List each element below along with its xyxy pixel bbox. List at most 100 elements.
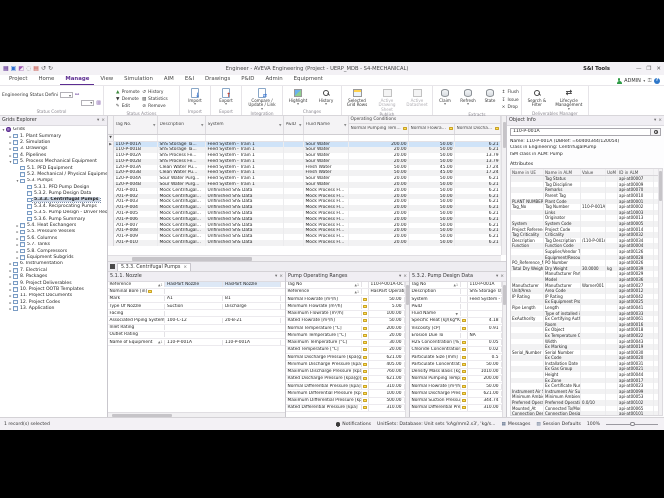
- status-definition-select[interactable]: ▾: [60, 92, 73, 98]
- filter-icon[interactable]: ▼: [279, 123, 281, 127]
- remove-button[interactable]: ⊘Remove: [142, 103, 168, 110]
- filter-cell[interactable]: [409, 135, 455, 141]
- publish-active-datasheet-button[interactable]: Active Datasheet: [404, 87, 430, 108]
- filter-icon[interactable]: ▼: [153, 123, 155, 127]
- property-value[interactable]: HasPart Nozzle: [223, 282, 281, 287]
- restore-button[interactable]: ❐: [646, 66, 651, 72]
- property-value[interactable]: 20-B-21: [223, 318, 281, 323]
- nozzle-horizontal-scrollbar[interactable]: [108, 412, 285, 417]
- close-icon[interactable]: ×: [101, 118, 105, 123]
- users-icon[interactable]: ◩: [18, 66, 24, 72]
- property-row[interactable]: H2S Concentration [%]0.05: [410, 340, 502, 347]
- property-value[interactable]: 621.00: [369, 376, 405, 381]
- pin-icon[interactable]: ▾: [654, 118, 656, 123]
- property-row[interactable]: Rated Flowrate [m³/h]50.00: [286, 318, 405, 325]
- property-row[interactable]: Minimum Differential Pressure [kpa]100.0…: [286, 390, 405, 397]
- property-value[interactable]: 110-P-001A: [165, 340, 223, 345]
- nozzle-row[interactable]: Associated Piping System100-C-1220-B-21: [108, 317, 285, 324]
- comment-icon[interactable]: ◌: [26, 66, 31, 72]
- status-grid-icon[interactable]: ▥: [96, 100, 101, 106]
- property-row[interactable]: Particulate Concentration [%]50.00: [410, 361, 502, 368]
- filter-cell[interactable]: [284, 135, 304, 141]
- property-value[interactable]: 621.00: [369, 355, 405, 360]
- property-row[interactable]: Rated Differential Pressure [kpa]310.00: [286, 405, 405, 412]
- property-row[interactable]: Minimum Flowrate [m³/h]5.00: [286, 303, 405, 310]
- oc-column-header-2[interactable]: Normal Flowrate [m³/h]: [409, 124, 455, 134]
- statistics-button[interactable]: ▧Statistics: [142, 96, 168, 103]
- filter-icon[interactable]: ▼: [344, 123, 346, 127]
- issue-button[interactable]: ↧Issue: [501, 97, 519, 104]
- property-value[interactable]: NA: [468, 333, 502, 338]
- property-value[interactable]: 344.74: [468, 398, 502, 403]
- pin-icon[interactable]: ▾: [97, 118, 99, 123]
- export-button[interactable]: ↑ Export▾: [213, 87, 239, 107]
- property-value[interactable]: 30.00: [369, 340, 405, 345]
- property-value[interactable]: 20.00: [369, 347, 405, 352]
- property-value[interactable]: 310.00: [468, 405, 502, 410]
- edit-button[interactable]: ✎Edit: [115, 103, 139, 110]
- property-value[interactable]: 760.00: [369, 369, 405, 374]
- object-search-input[interactable]: [510, 128, 651, 136]
- object-search-button[interactable]: [651, 128, 661, 136]
- highlight-button[interactable]: Highlight▾: [285, 87, 311, 107]
- operating-vertical-scrollbar[interactable]: [405, 282, 410, 417]
- grid-filter-row[interactable]: ▼: [108, 135, 501, 142]
- grid-horizontal-scrollbar[interactable]: [108, 255, 501, 261]
- close-icon[interactable]: ×: [403, 274, 407, 279]
- state-button[interactable]: State: [481, 87, 499, 103]
- property-row[interactable]: Tag No▲1110-P-001A: [410, 282, 502, 289]
- lifecycle-management-button[interactable]: ⇄ Lifecycle Management▾: [552, 87, 586, 111]
- property-row[interactable]: Minimum Discharge Pressure [kpa(g)]405.0…: [286, 361, 405, 368]
- close-button[interactable]: ✕: [656, 66, 661, 72]
- ribbon-tab-home[interactable]: Home: [33, 75, 59, 85]
- property-value[interactable]: 110-P-001A: [468, 282, 502, 287]
- flush-button[interactable]: ↥Flush: [501, 89, 519, 96]
- attr-column-header-1[interactable]: Name in UE: [511, 169, 544, 175]
- property-value[interactable]: Discharge: [223, 304, 281, 309]
- save-icon[interactable]: ▣: [11, 66, 17, 72]
- property-row[interactable]: Viscosity [cP]0.91: [410, 325, 502, 332]
- property-value[interactable]: ShS Storage Tank Feed...: [468, 289, 502, 294]
- property-value[interactable]: 1010.00: [468, 369, 502, 374]
- column-header-5[interactable]: Fluid Name▼: [304, 116, 349, 134]
- nozzle-row[interactable]: Nominal Bore [in]: [108, 289, 285, 296]
- property-value[interactable]: 0.5: [468, 355, 502, 360]
- refresh-button[interactable]: Refresh▾: [457, 87, 479, 107]
- oc-column-header-1[interactable]: Normal Pumping Temperature [°C]: [349, 124, 409, 134]
- attr-column-header-4[interactable]: UoM: [606, 169, 618, 175]
- zoom-slider[interactable]: [606, 424, 658, 425]
- property-row[interactable]: Normal Discharge Pressure [kpa(...621.00: [410, 390, 502, 397]
- compare-update-link-button[interactable]: ⇄ Compare / Update / Link▾: [244, 87, 280, 111]
- column-header-4[interactable]: P&ID▼: [284, 116, 304, 134]
- property-row[interactable]: P&ID: [410, 303, 502, 310]
- property-value[interactable]: Suction: [165, 304, 223, 309]
- property-row[interactable]: Minimum Temperature [°C]20.00: [286, 332, 405, 339]
- zoom-slider-knob[interactable]: [630, 422, 635, 427]
- grid-shortcut-icon[interactable]: ▤: [33, 66, 39, 72]
- status-value-select[interactable]: ▾: [81, 100, 94, 106]
- attribute-row[interactable]: Connection Design &...Connection Design …: [511, 411, 658, 416]
- property-value[interactable]: 0.02: [468, 347, 502, 352]
- property-row[interactable]: Tag No▲1110-P-001A-OC: [286, 282, 405, 289]
- session-defaults-button[interactable]: ▨ Session Defaults: [536, 422, 581, 427]
- column-header-2[interactable]: Description▼: [158, 116, 206, 134]
- status-tree-icon[interactable]: ⚯: [75, 92, 79, 98]
- property-value[interactable]: HasPart Operating: [369, 289, 405, 294]
- nozzle-row[interactable]: Inlet Rating: [108, 325, 285, 332]
- property-value[interactable]: 110-P-001A-OC: [369, 282, 405, 287]
- key-icon[interactable]: ⚿: [648, 78, 652, 84]
- property-row[interactable]: Erosion Due ToNA: [410, 332, 502, 339]
- filter-cell[interactable]: [304, 135, 349, 141]
- property-row[interactable]: DescriptionShS Storage Tank Feed...: [410, 289, 502, 296]
- close-icon[interactable]: ×: [183, 265, 187, 270]
- ribbon-tab-manage[interactable]: Manage: [60, 75, 94, 85]
- nozzle-row[interactable]: Type Of NozzleSuctionDischarge: [108, 303, 285, 310]
- filter-cell[interactable]: [455, 135, 501, 141]
- property-value[interactable]: 0.91: [468, 326, 502, 331]
- attr-column-header-2[interactable]: Name in ALM: [544, 169, 581, 175]
- grid-vertical-scrollbar[interactable]: [501, 116, 506, 255]
- tree-item[interactable]: ▸13. Application: [0, 305, 107, 311]
- property-value[interactable]: 50.00: [468, 384, 502, 389]
- tab-centrifugal-pumps[interactable]: 5.3.3. Centrifugal Pumps ×: [117, 263, 191, 271]
- property-value[interactable]: 20.00: [369, 333, 405, 338]
